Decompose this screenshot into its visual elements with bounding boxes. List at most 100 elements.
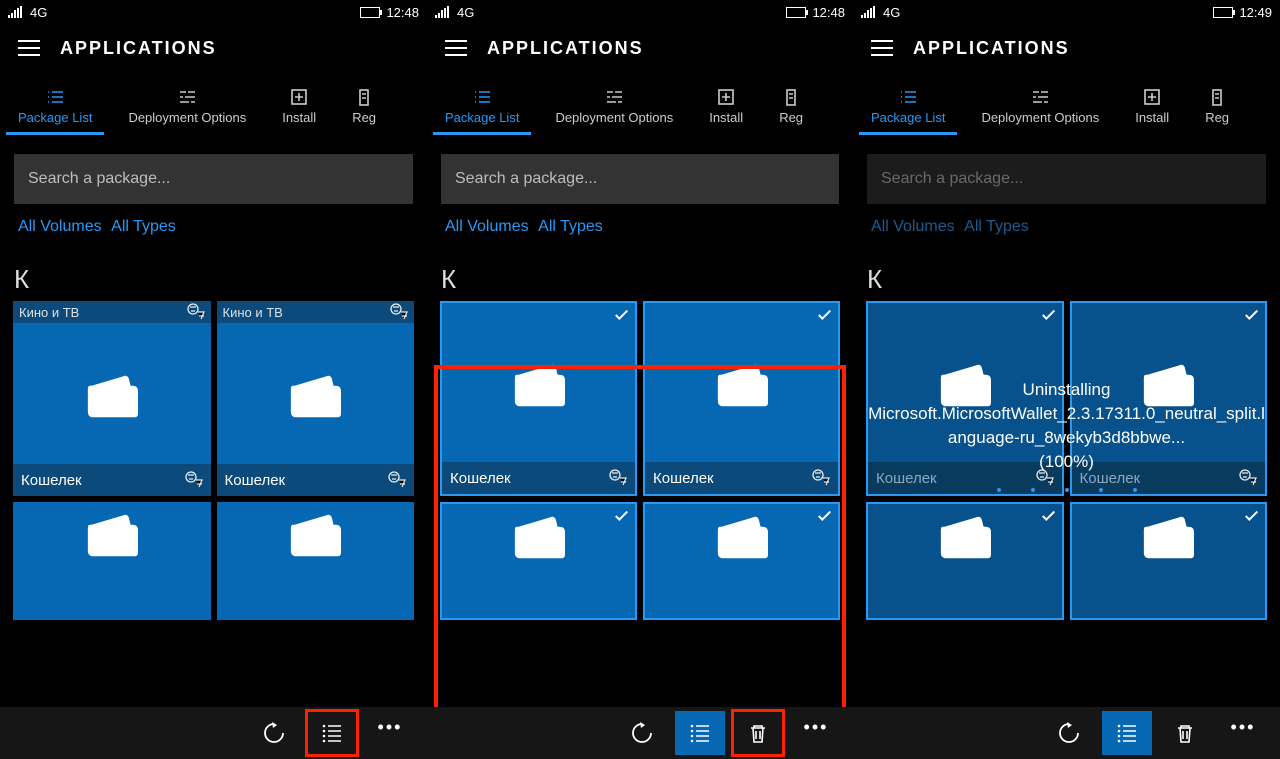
clock: 12:48: [812, 5, 845, 20]
hamburger-icon[interactable]: [445, 40, 467, 56]
tab-bar: Package List Deployment Options Install …: [853, 78, 1280, 136]
signal-icon: [8, 6, 24, 18]
trash-icon: [747, 722, 769, 744]
package-tile[interactable]: Кино и ТВ Кошелек: [13, 301, 211, 496]
battery-icon: [1213, 7, 1233, 18]
tab-install[interactable]: Install: [1117, 78, 1187, 135]
package-tile[interactable]: [217, 502, 415, 620]
search-input[interactable]: [441, 154, 839, 204]
tile-label: Кошелек: [217, 464, 415, 496]
filter-types: All Types: [964, 218, 1029, 235]
wallet-icon: [713, 510, 771, 562]
tab-label: Deployment Options: [128, 110, 246, 125]
package-tile[interactable]: Кошелек: [643, 301, 840, 496]
hamburger-icon[interactable]: [871, 40, 893, 56]
filter-types[interactable]: All Types: [111, 218, 176, 235]
app-header: APPLICATIONS: [0, 24, 427, 72]
signal-icon: [435, 6, 451, 18]
search-input[interactable]: [14, 154, 413, 204]
tab-deployment-options[interactable]: Deployment Options: [537, 78, 691, 135]
tab-package-list[interactable]: Package List: [0, 78, 110, 135]
tab-label: Install: [282, 110, 316, 125]
package-tile: [866, 502, 1064, 620]
network-label: 4G: [30, 5, 47, 20]
clock: 12:49: [1239, 5, 1272, 20]
refresh-button[interactable]: [617, 711, 667, 755]
language-icon: [390, 303, 408, 321]
filter-bar: All Volumes All Types: [427, 212, 853, 236]
bottom-bar: •••: [0, 707, 427, 759]
tab-label: Deployment Options: [981, 110, 1099, 125]
search-wrap: [0, 136, 427, 212]
search-wrap: [853, 136, 1280, 212]
search-wrap: [427, 136, 853, 212]
status-bar: 4G 12:48: [0, 0, 427, 24]
refresh-button[interactable]: [249, 711, 299, 755]
app-header: APPLICATIONS: [853, 24, 1280, 72]
wallet-icon: [936, 510, 994, 562]
search-input: [867, 154, 1266, 204]
more-button[interactable]: •••: [791, 711, 841, 755]
ellipsis-icon: •••: [378, 717, 403, 738]
delete-button[interactable]: [1160, 711, 1210, 755]
package-tile: Кошелек: [866, 301, 1064, 496]
tile-top-label: Кино и ТВ: [217, 301, 415, 323]
status-bar: 4G 12:48: [427, 0, 853, 24]
tab-label: Reg: [1205, 110, 1229, 125]
wallet-icon: [510, 510, 568, 562]
delete-button[interactable]: [733, 711, 783, 755]
tile-label: Кошелек: [442, 462, 635, 494]
more-button[interactable]: •••: [1218, 711, 1268, 755]
filter-bar: All Volumes All Types: [853, 212, 1280, 236]
filter-bar: All Volumes All Types: [0, 212, 427, 236]
tab-deployment-options[interactable]: Deployment Options: [110, 78, 264, 135]
package-tile[interactable]: [440, 502, 637, 620]
refresh-button[interactable]: [1044, 711, 1094, 755]
package-grid: Кошелек Кошелек: [853, 301, 1280, 620]
tab-label: Package List: [18, 110, 92, 125]
bottom-bar: •••: [427, 707, 853, 759]
package-tile[interactable]: [643, 502, 840, 620]
tile-label: Кошелек: [1072, 462, 1266, 494]
tab-install[interactable]: Install: [264, 78, 334, 135]
page-title: APPLICATIONS: [60, 38, 217, 59]
tab-install[interactable]: Install: [691, 78, 761, 135]
clock: 12:48: [386, 5, 419, 20]
ellipsis-icon: •••: [804, 717, 829, 738]
language-icon: [1036, 469, 1054, 487]
screen-3: 4G 12:49 APPLICATIONS Package List Deplo…: [853, 0, 1280, 759]
wallet-icon: [286, 508, 344, 560]
language-icon: [185, 471, 203, 489]
language-icon: [388, 471, 406, 489]
filter-volumes[interactable]: All Volumes: [445, 218, 529, 235]
tab-label: Install: [709, 110, 743, 125]
network-label: 4G: [457, 5, 474, 20]
refresh-icon: [263, 722, 285, 744]
select-list-button[interactable]: [307, 711, 357, 755]
trash-icon: [1174, 722, 1196, 744]
language-icon: [1239, 469, 1257, 487]
package-tile[interactable]: Кино и ТВ Кошелек: [217, 301, 415, 496]
tab-register[interactable]: Reg: [1187, 78, 1247, 135]
screen-1: 4G 12:48 APPLICATIONS Package List Deplo…: [0, 0, 427, 759]
page-title: APPLICATIONS: [487, 38, 644, 59]
tab-package-list[interactable]: Package List: [853, 78, 963, 135]
filter-types[interactable]: All Types: [538, 218, 603, 235]
select-list-button[interactable]: [1102, 711, 1152, 755]
tab-deployment-options[interactable]: Deployment Options: [963, 78, 1117, 135]
package-tile[interactable]: [13, 502, 211, 620]
wallet-icon: [83, 369, 141, 421]
tab-package-list[interactable]: Package List: [427, 78, 537, 135]
filter-volumes[interactable]: All Volumes: [18, 218, 102, 235]
hamburger-icon[interactable]: [18, 40, 40, 56]
tab-label: Package List: [871, 110, 945, 125]
bottom-bar: •••: [853, 707, 1280, 759]
tab-register[interactable]: Reg: [761, 78, 821, 135]
more-button[interactable]: •••: [365, 711, 415, 755]
package-tile[interactable]: Кошелек: [440, 301, 637, 496]
wallet-icon: [713, 358, 771, 410]
tab-label: Package List: [445, 110, 519, 125]
select-list-button[interactable]: [675, 711, 725, 755]
tab-register[interactable]: Reg: [334, 78, 394, 135]
wallet-icon: [83, 508, 141, 560]
